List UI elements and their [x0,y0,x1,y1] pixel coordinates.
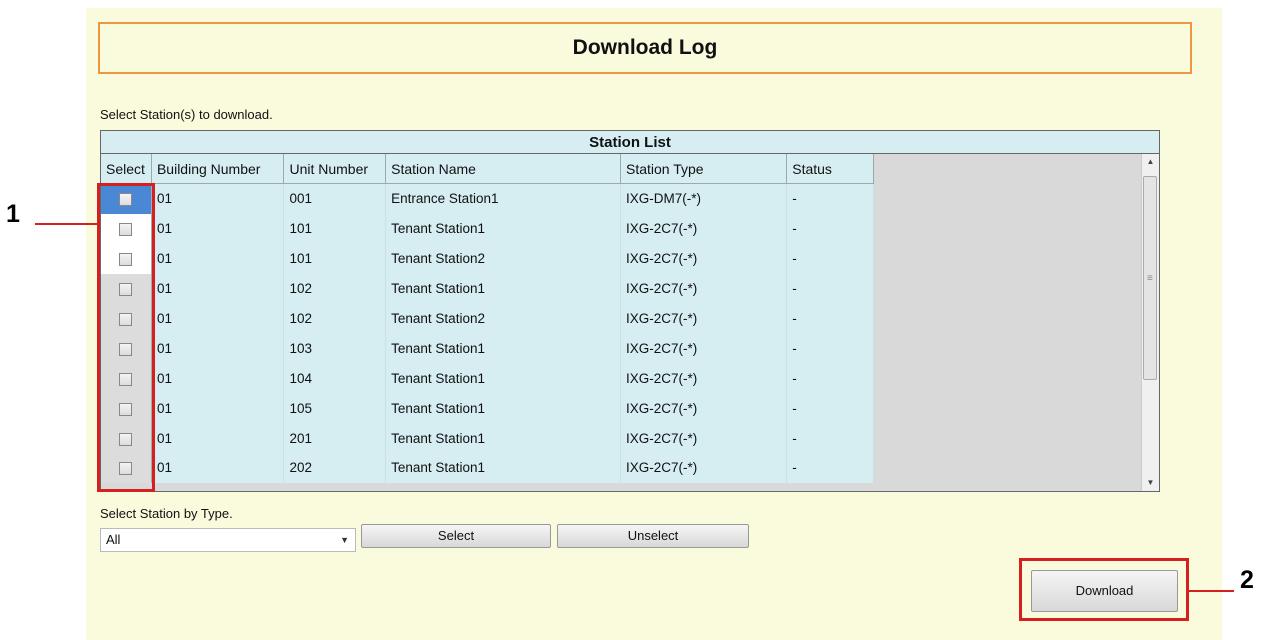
unit-number-cell: 104 [283,363,387,394]
table-row[interactable]: 01 202 Tenant Station1 IXG-2C7(-*) - [101,453,874,483]
unit-number-cell: 101 [283,213,387,244]
building-number-cell: 01 [151,333,285,364]
unit-number-cell: 202 [283,453,387,483]
status-cell: - [786,303,874,334]
column-header-station-type: Station Type [620,154,788,184]
station-name-cell: Tenant Station1 [385,453,621,483]
scroll-down-arrow-icon[interactable]: ▼ [1142,475,1159,491]
unit-number-cell: 102 [283,273,387,304]
station-list-title: Station List [100,130,1160,153]
status-cell: - [786,183,874,214]
status-cell: - [786,213,874,244]
station-type-cell: IXG-2C7(-*) [620,273,788,304]
select-by-type-hint: Select Station by Type. [100,506,233,521]
table-row[interactable]: 01 101 Tenant Station2 IXG-2C7(-*) - [101,243,874,274]
scroll-grip-icon: ≡ [1147,273,1153,284]
callout-box-1 [97,183,155,492]
status-cell: - [786,453,874,483]
status-cell: - [786,273,874,304]
unselect-button[interactable]: Unselect [557,524,749,548]
table-row[interactable]: 01 104 Tenant Station1 IXG-2C7(-*) - [101,363,874,394]
scroll-thumb[interactable]: ≡ [1143,176,1157,380]
table-header-row: Select Building Number Unit Number Stati… [101,154,874,184]
status-cell: - [786,363,874,394]
building-number-cell: 01 [151,273,285,304]
status-cell: - [786,333,874,364]
station-grid[interactable]: Select Building Number Unit Number Stati… [100,153,1160,492]
station-name-cell: Tenant Station1 [385,393,621,424]
building-number-cell: 01 [151,183,285,214]
station-name-cell: Tenant Station2 [385,303,621,334]
building-number-cell: 01 [151,423,285,454]
unit-number-cell: 001 [283,183,387,214]
status-cell: - [786,243,874,274]
column-header-station-name: Station Name [385,154,621,184]
building-number-cell: 01 [151,393,285,424]
building-number-cell: 01 [151,213,285,244]
building-number-cell: 01 [151,243,285,274]
building-number-cell: 01 [151,303,285,334]
station-type-dropdown[interactable]: All ▼ [100,528,356,552]
station-name-cell: Entrance Station1 [385,183,621,214]
unit-number-cell: 102 [283,303,387,334]
select-button[interactable]: Select [361,524,551,548]
station-type-cell: IXG-2C7(-*) [620,453,788,483]
station-type-dropdown-value: All [106,532,121,547]
column-header-building-number: Building Number [151,154,285,184]
station-type-cell: IXG-2C7(-*) [620,333,788,364]
station-type-cell: IXG-2C7(-*) [620,303,788,334]
chevron-down-icon[interactable]: ▼ [340,529,349,551]
table-row[interactable]: 01 102 Tenant Station1 IXG-2C7(-*) - [101,273,874,304]
station-list: Station List Select Building Number Unit… [100,130,1160,492]
status-cell: - [786,393,874,424]
scroll-up-arrow-icon[interactable]: ▲ [1142,154,1159,170]
table-row[interactable]: 01 101 Tenant Station1 IXG-2C7(-*) - [101,213,874,244]
station-name-cell: Tenant Station1 [385,423,621,454]
status-cell: - [786,423,874,454]
station-type-cell: IXG-2C7(-*) [620,243,788,274]
column-header-select: Select [101,154,152,184]
column-header-unit-number: Unit Number [283,154,387,184]
callout-box-2 [1019,558,1189,621]
unit-number-cell: 103 [283,333,387,364]
table-row[interactable]: 01 001 Entrance Station1 IXG-DM7(-*) - [101,183,874,214]
station-type-cell: IXG-2C7(-*) [620,213,788,244]
table-row[interactable]: 01 102 Tenant Station2 IXG-2C7(-*) - [101,303,874,334]
table-row[interactable]: 01 105 Tenant Station1 IXG-2C7(-*) - [101,393,874,424]
unit-number-cell: 105 [283,393,387,424]
callout-number-2: 2 [1240,566,1254,594]
callout-line-2 [1189,590,1234,592]
station-type-cell: IXG-2C7(-*) [620,393,788,424]
station-name-cell: Tenant Station1 [385,273,621,304]
building-number-cell: 01 [151,453,285,483]
select-stations-hint: Select Station(s) to download. [100,107,273,122]
callout-line-1 [35,223,97,225]
station-name-cell: Tenant Station1 [385,213,621,244]
station-name-cell: Tenant Station2 [385,243,621,274]
table-row[interactable]: 01 103 Tenant Station1 IXG-2C7(-*) - [101,333,874,364]
page-title: Download Log [98,22,1192,74]
vertical-scrollbar[interactable]: ▲ ≡ ▼ [1141,154,1159,491]
building-number-cell: 01 [151,363,285,394]
column-header-status: Status [786,154,874,184]
station-table: Select Building Number Unit Number Stati… [101,154,874,483]
unit-number-cell: 101 [283,243,387,274]
callout-number-1: 1 [6,200,20,228]
station-type-cell: IXG-DM7(-*) [620,183,788,214]
station-name-cell: Tenant Station1 [385,363,621,394]
station-name-cell: Tenant Station1 [385,333,621,364]
table-row[interactable]: 01 201 Tenant Station1 IXG-2C7(-*) - [101,423,874,454]
station-type-cell: IXG-2C7(-*) [620,363,788,394]
unit-number-cell: 201 [283,423,387,454]
station-type-cell: IXG-2C7(-*) [620,423,788,454]
